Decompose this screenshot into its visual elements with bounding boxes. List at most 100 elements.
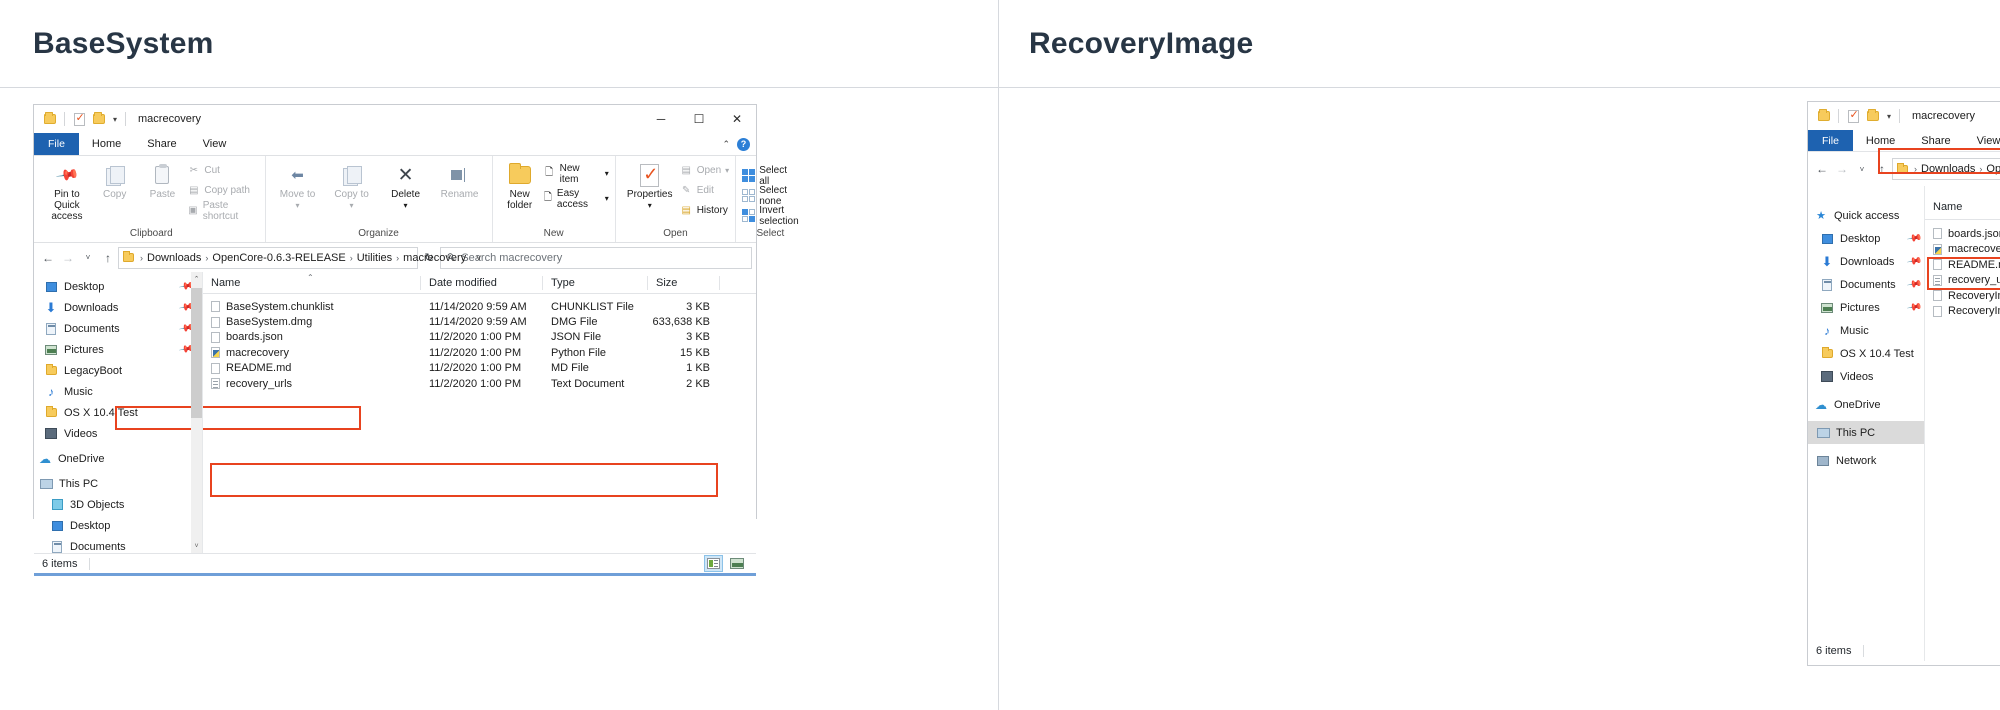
up-arrow-icon[interactable]: ↑	[1872, 162, 1892, 176]
new-item-caret-icon[interactable]: ▾	[605, 169, 609, 178]
table-row[interactable]: RecoveryImage.chunklist 9/20/2020 8:45 P…	[1925, 288, 2000, 304]
up-arrow-icon[interactable]: ↑	[98, 251, 118, 265]
large-icons-view-button[interactable]	[727, 555, 746, 572]
new-folder-icon[interactable]	[89, 109, 109, 129]
nav-item-downloads[interactable]: ⬇ Downloads 📌	[1808, 250, 1924, 273]
customize-caret-icon[interactable]: ▾	[109, 115, 121, 124]
table-row[interactable]: README.md 11/2/2020 1:00 PM MD File 1 KB	[203, 361, 756, 376]
navigation-scrollbar-left[interactable]: ⌃ ˅	[191, 272, 202, 553]
history-button[interactable]: ▤ History	[680, 202, 729, 219]
nav-item-legacyboot[interactable]: LegacyBoot	[34, 360, 202, 381]
table-row[interactable]: recovery_urls 11/2/2020 1:00 PM Text Doc…	[203, 376, 756, 391]
nav-item-onedrive[interactable]: ☁ OneDrive	[34, 448, 202, 469]
new-folder-icon[interactable]	[1863, 106, 1883, 126]
properties-check-icon[interactable]	[1843, 106, 1863, 126]
breadcrumb-box-left[interactable]: › Downloads › OpenCore-0.6.3-RELEASE › U…	[118, 246, 481, 269]
table-row[interactable]: boards.json 9/7/2020 9:44 AM JSON File 3…	[1925, 226, 2000, 242]
nav-item-music[interactable]: ♪ Music	[34, 381, 202, 402]
recent-caret-icon[interactable]: ˅	[1852, 165, 1872, 174]
nav-item-music[interactable]: ♪ Music	[1808, 319, 1924, 342]
table-row[interactable]: macrecovery 9/7/2020 9:44 AM Python File…	[1925, 242, 2000, 258]
easy-access-button[interactable]: 🗋 Easy access ▾	[543, 188, 609, 210]
tab-view[interactable]: View	[190, 133, 240, 155]
scroll-down-icon[interactable]: ˅	[191, 540, 202, 553]
close-button[interactable]: ✕	[718, 105, 756, 133]
nav-item-documents[interactable]: Documents 📌	[1808, 273, 1924, 296]
paste-button[interactable]: Paste	[140, 161, 186, 200]
new-folder-button[interactable]: New folder	[499, 161, 541, 211]
nav-item-pictures[interactable]: Pictures 📌	[34, 339, 202, 360]
back-arrow-icon[interactable]: ←	[1812, 162, 1832, 176]
forward-arrow-icon[interactable]: →	[58, 251, 78, 265]
chevron-down-icon[interactable]: ˅	[466, 253, 481, 263]
breadcrumb-item-2[interactable]: Utilities	[357, 252, 392, 264]
move-to-button[interactable]: ⬅ Move to ▾	[272, 161, 324, 211]
nav-item-this-pc[interactable]: This PC	[1808, 421, 1924, 444]
nav-item-osx-test[interactable]: OS X 10.4 Test	[1808, 342, 1924, 365]
table-row[interactable]: boards.json 11/2/2020 1:00 PM JSON File …	[203, 330, 756, 345]
tab-share[interactable]: Share	[134, 133, 189, 155]
tab-home[interactable]: Home	[79, 133, 134, 155]
table-row[interactable]: RecoveryImage.dmg 9/20/2020 8:45 PM DMG …	[1925, 304, 2000, 320]
move-to-caret-icon[interactable]: ▾	[296, 200, 300, 211]
nav-item-videos[interactable]: Videos	[34, 423, 202, 444]
folder-icon[interactable]	[40, 109, 60, 129]
customize-caret-icon[interactable]: ▾	[1883, 112, 1895, 121]
nav-item-osx-test[interactable]: OS X 10.4 Test	[34, 402, 202, 423]
delete-button[interactable]: ✕ Delete ▾	[380, 161, 432, 211]
search-input-left[interactable]: ⚲ Search macrecovery	[440, 246, 752, 269]
minimize-button[interactable]: ─	[642, 105, 680, 133]
breadcrumb-item-1[interactable]: OpenCore-0.6.3-RELEASE	[212, 252, 345, 264]
nav-item-downloads[interactable]: ⬇ Downloads 📌	[34, 297, 202, 318]
delete-caret-icon[interactable]: ▾	[404, 200, 408, 211]
pin-to-quick-access-button[interactable]: 📌 Pin to Quick access	[44, 161, 90, 222]
copy-to-button[interactable]: Copy to ▾	[326, 161, 378, 211]
properties-button[interactable]: Properties ▾	[622, 161, 678, 211]
select-all-button[interactable]: Select all	[742, 165, 798, 187]
chevron-up-icon[interactable]: ⌃	[722, 139, 730, 150]
tab-view[interactable]: View	[1964, 130, 2000, 151]
scrollbar-thumb[interactable]	[191, 288, 202, 418]
folder-icon[interactable]	[1814, 106, 1834, 126]
breadcrumb-item-0[interactable]: Downloads	[147, 252, 201, 264]
table-row[interactable]: recovery_urls 9/7/2020 9:44 AM Text Docu…	[1925, 273, 2000, 289]
nav-item-3d-objects[interactable]: 3D Objects	[34, 494, 202, 515]
nav-item-desktop-pc[interactable]: Desktop	[34, 515, 202, 536]
breadcrumb-item-0[interactable]: Downloads	[1921, 163, 1975, 175]
copy-to-caret-icon[interactable]: ▾	[350, 200, 354, 211]
nav-item-quick-access[interactable]: ★ Quick access	[1808, 204, 1924, 227]
properties-check-icon[interactable]	[69, 109, 89, 129]
column-header-size[interactable]: Size	[648, 272, 720, 294]
nav-item-documents[interactable]: Documents 📌	[34, 318, 202, 339]
details-view-button[interactable]	[704, 555, 723, 572]
column-header-name[interactable]: ⌃ Name	[1925, 194, 2000, 220]
table-row[interactable]: BaseSystem.chunklist 11/14/2020 9:59 AM …	[203, 299, 756, 314]
nav-item-onedrive[interactable]: ☁ OneDrive	[1808, 393, 1924, 416]
new-item-button[interactable]: 🗋 New item ▾	[543, 163, 609, 185]
properties-caret-icon[interactable]: ▾	[648, 200, 652, 211]
scroll-up-icon[interactable]: ⌃	[191, 272, 202, 285]
help-icon[interactable]: ?	[737, 137, 750, 151]
tab-file[interactable]: File	[34, 133, 79, 155]
easy-access-caret-icon[interactable]: ▾	[605, 194, 609, 203]
forward-arrow-icon[interactable]: →	[1832, 162, 1852, 176]
nav-item-desktop[interactable]: Desktop 📌	[1808, 227, 1924, 250]
column-header-type[interactable]: Type	[543, 272, 648, 294]
rename-button[interactable]: Rename	[434, 161, 486, 200]
copy-button[interactable]: Copy	[92, 161, 138, 200]
nav-item-documents-pc[interactable]: Documents	[34, 536, 202, 553]
tab-file[interactable]: File	[1808, 130, 1853, 151]
nav-item-videos[interactable]: Videos	[1808, 365, 1924, 388]
recent-caret-icon[interactable]: ˅	[78, 253, 98, 262]
column-header-name[interactable]: ⌃ Name	[203, 272, 421, 294]
back-arrow-icon[interactable]: ←	[38, 251, 58, 265]
table-row[interactable]: macrecovery 11/2/2020 1:00 PM Python Fil…	[203, 345, 756, 360]
table-row[interactable]: README.md 9/7/2020 9:44 AM MD File 1 KB	[1925, 257, 2000, 273]
breadcrumb-box-right[interactable]: › Downloads › OpenCore-0.6.1-RELEASE › U…	[1892, 158, 2000, 180]
column-header-date-modified[interactable]: Date modified	[421, 272, 543, 294]
open-button[interactable]: ▤ Open ▾	[680, 162, 729, 179]
select-none-button[interactable]: Select none	[742, 185, 798, 207]
nav-item-this-pc[interactable]: This PC	[34, 473, 202, 494]
breadcrumb-item-1[interactable]: OpenCore-0.6.1-RELEASE	[1986, 163, 2000, 175]
table-row[interactable]: BaseSystem.dmg 11/14/2020 9:59 AM DMG Fi…	[203, 314, 756, 329]
